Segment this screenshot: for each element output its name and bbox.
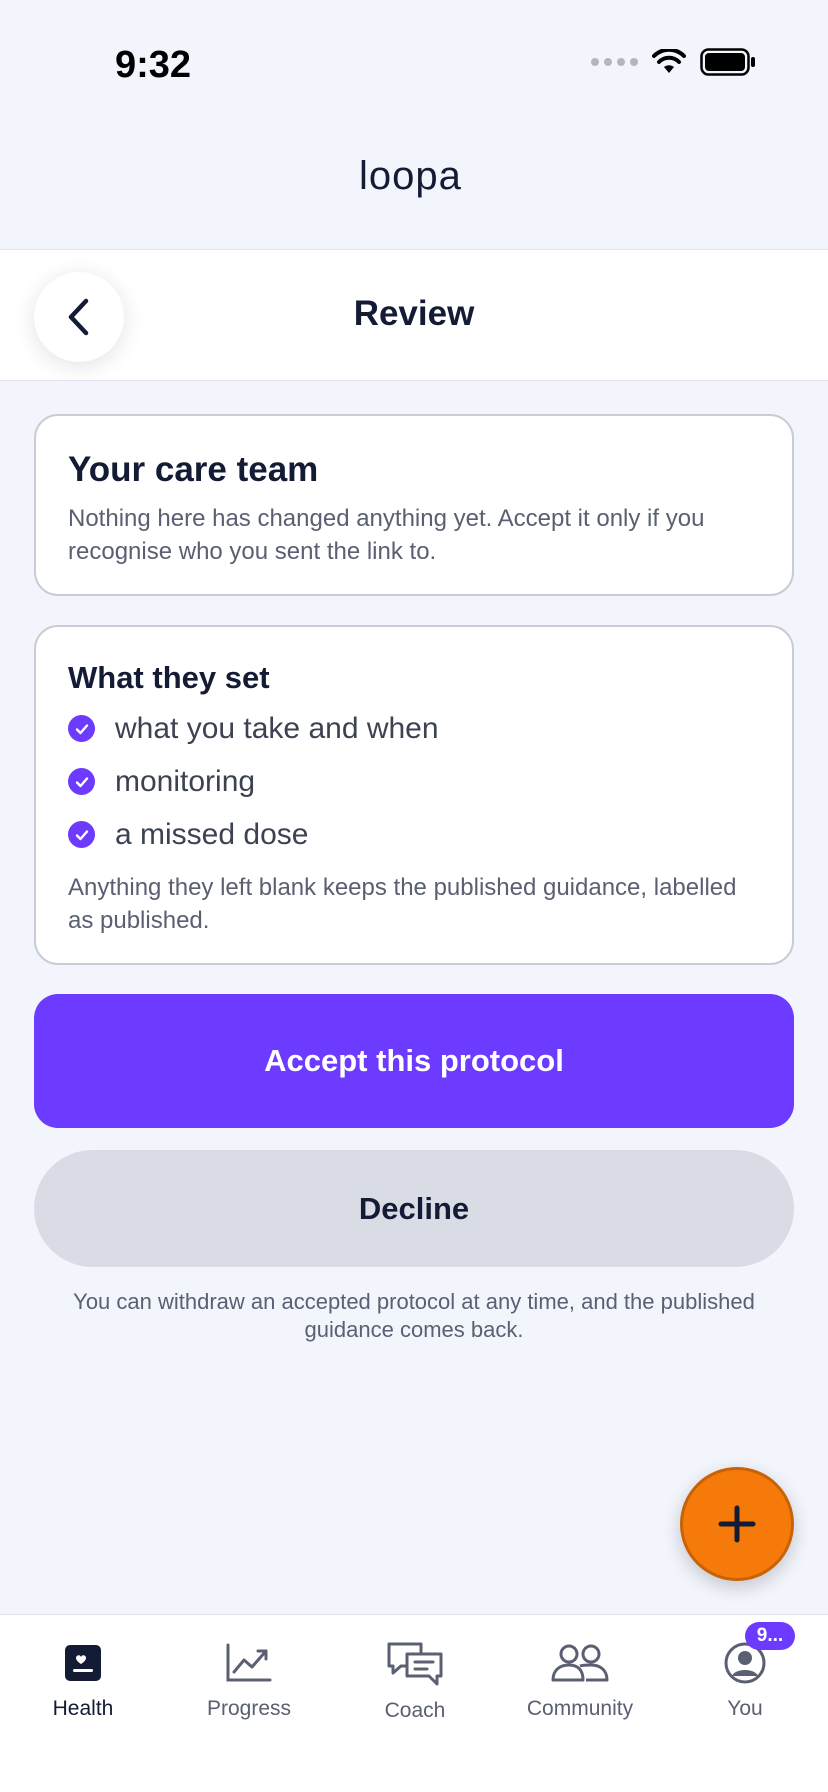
check-circle-icon bbox=[68, 821, 95, 848]
list-item: monitoring bbox=[68, 755, 760, 808]
tab-you[interactable]: You bbox=[662, 1637, 828, 1721]
status-bar: 9:32 bbox=[0, 0, 828, 130]
svg-text:loopa: loopa bbox=[359, 155, 462, 198]
status-time: 9:32 bbox=[115, 44, 192, 86]
settings-list: what you take and when monitoring a miss… bbox=[68, 702, 760, 861]
page-title: Review bbox=[353, 294, 475, 333]
tab-label: Community bbox=[526, 1697, 634, 1720]
tab-community[interactable]: Community bbox=[497, 1637, 663, 1721]
tab-label: Progress bbox=[206, 1697, 292, 1720]
add-button[interactable] bbox=[680, 1467, 794, 1581]
tab-label: Coach bbox=[384, 1699, 446, 1722]
battery-icon bbox=[700, 48, 755, 76]
accept-protocol-button[interactable]: Accept this protocol bbox=[34, 994, 794, 1128]
withdraw-footnote: You can withdraw an accepted protocol at… bbox=[73, 1289, 755, 1342]
notification-badge: 9... bbox=[745, 1622, 795, 1650]
health-icon bbox=[63, 1637, 103, 1689]
settings-note: Anything they left blank keeps the publi… bbox=[68, 874, 737, 934]
plus-icon bbox=[718, 1505, 756, 1543]
list-item-label: monitoring bbox=[115, 764, 256, 798]
people-icon bbox=[550, 1637, 610, 1689]
check-circle-icon bbox=[68, 768, 95, 795]
care-team-card: Your care team Nothing here has changed … bbox=[34, 414, 794, 596]
loopa-logo: loopa bbox=[359, 155, 462, 198]
list-item-label: a missed dose bbox=[115, 817, 309, 851]
list-item: a missed dose bbox=[68, 808, 760, 861]
care-team-description: Nothing here has changed anything yet. A… bbox=[68, 505, 705, 565]
tab-bar: Health Progress Coach Community You bbox=[0, 1614, 828, 1792]
list-item-label: what you take and when bbox=[115, 711, 439, 745]
tab-coach[interactable]: Coach bbox=[332, 1639, 498, 1723]
tab-progress[interactable]: Progress bbox=[166, 1637, 332, 1721]
tab-label: Health bbox=[52, 1697, 114, 1720]
care-team-title: Your care team bbox=[68, 450, 319, 489]
brand-logo: loopa bbox=[0, 155, 828, 218]
settings-title: What they set bbox=[68, 660, 270, 695]
list-item: what you take and when bbox=[68, 702, 760, 755]
check-circle-icon bbox=[68, 715, 95, 742]
chat-bubbles-icon bbox=[385, 1639, 445, 1691]
tab-label: You bbox=[727, 1697, 763, 1720]
progress-chart-icon bbox=[225, 1637, 273, 1689]
settings-card: What they set what you take and when mon… bbox=[34, 625, 794, 965]
decline-button[interactable]: Decline bbox=[34, 1150, 794, 1267]
nav-header: Review bbox=[0, 249, 828, 381]
wifi-icon bbox=[652, 49, 686, 73]
tab-health[interactable]: Health bbox=[0, 1637, 166, 1721]
status-icons bbox=[591, 48, 756, 76]
cellular-signal-icon bbox=[591, 58, 638, 66]
